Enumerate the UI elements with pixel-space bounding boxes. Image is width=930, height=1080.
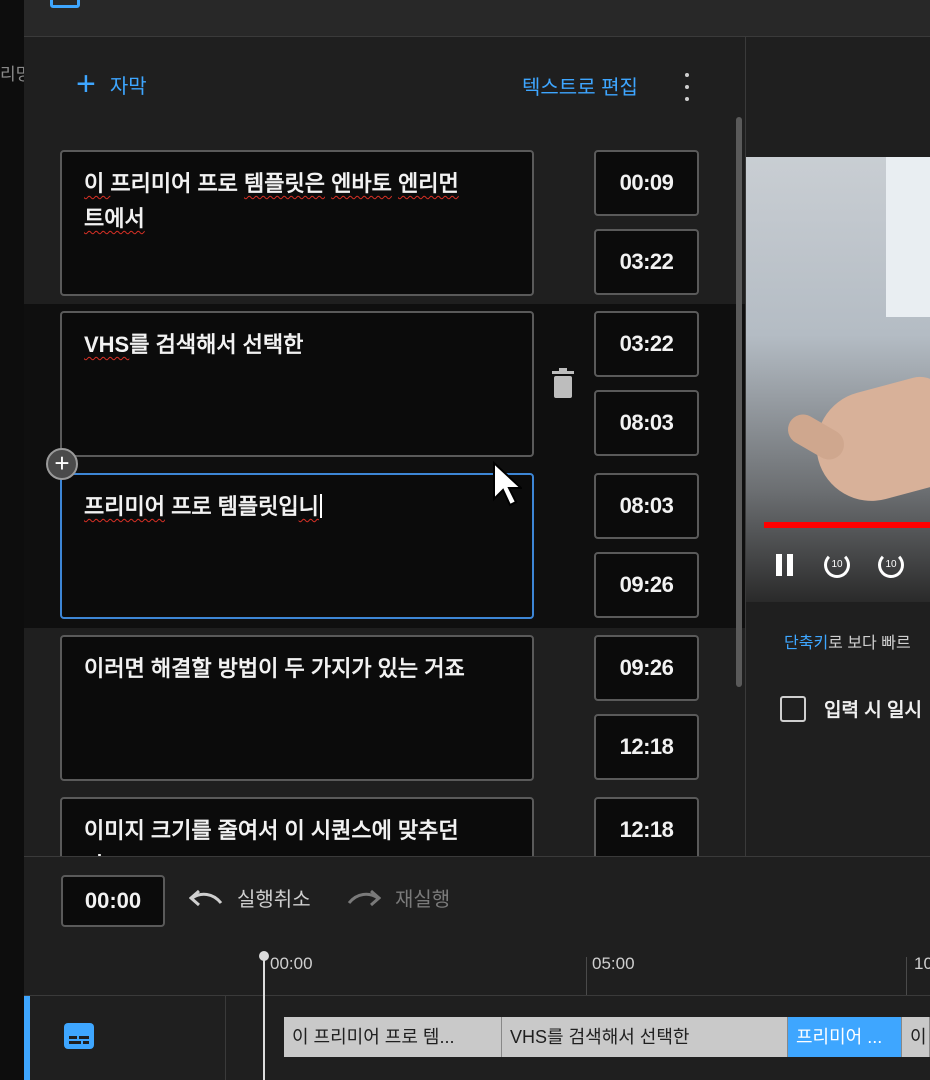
caption-text-span: VHS	[84, 332, 130, 357]
video-frame-window	[886, 157, 930, 317]
subtitle-track-header	[24, 996, 226, 1080]
caption-text-input[interactable]: 이미지 크기를 줄여서 이 시퀀스에 맞추던가	[60, 797, 534, 856]
text-caret	[319, 494, 322, 518]
caption-text-input[interactable]: VHS를 검색해서 선택한	[60, 311, 534, 457]
subtitle-editor-screen: 리밍 + 자막 텍스트로 편집 이 프리미어 프로 템플릿은 엔바토 엔리먼트에…	[0, 0, 930, 1080]
timeline-segment-active[interactable]: 프리미어 ...	[788, 1017, 902, 1057]
caption-start-time[interactable]: 00:09	[594, 150, 699, 216]
add-caption-label: 자막	[109, 75, 147, 98]
video-player[interactable]: 10 10	[746, 157, 930, 602]
caption-text-span: 엔바토	[331, 171, 392, 196]
video-progress-bar[interactable]	[764, 522, 930, 528]
caption-text-input[interactable]: 이 프리미어 프로 템플릿은 엔바토 엔리먼트에서	[60, 150, 534, 296]
caption-text-input[interactable]: 프리미어 프로 템플릿입니	[60, 473, 534, 619]
plus-icon: +	[76, 65, 96, 103]
redo-label: 재실행	[395, 889, 451, 911]
caption-start-time[interactable]: 03:22	[594, 311, 699, 377]
insert-caption-plus-icon[interactable]: +	[46, 448, 78, 480]
rewind-10-icon[interactable]: 10	[824, 552, 850, 578]
redo-button[interactable]: 재실행	[347, 883, 450, 912]
undo-button[interactable]: 실행취소	[189, 883, 311, 912]
edit-as-text-button[interactable]: 텍스트로 편집	[522, 71, 638, 100]
ruler-tick-label: 10	[914, 954, 930, 973]
add-caption-button[interactable]: + 자막	[76, 65, 147, 103]
timeline-segment[interactable]: VHS를 검색해서 선택한	[502, 1017, 788, 1057]
timeline-panel: 00:00 실행취소 재실행 00:00 05:00 10 이 프리미어 프로 …	[24, 856, 930, 1080]
redo-icon	[347, 889, 381, 906]
pause-while-typing-option[interactable]: 입력 시 일시	[780, 695, 922, 722]
left-sidebar-strip: 리밍	[0, 0, 24, 1080]
undo-label: 실행취소	[237, 889, 311, 911]
shortcut-hint: 단축키로 보다 빠르	[784, 629, 911, 653]
shortcut-link[interactable]: 단축키	[784, 635, 828, 652]
undo-icon	[189, 889, 223, 906]
pause-icon[interactable]	[776, 554, 796, 576]
caption-text-span: 를	[129, 332, 150, 357]
pause-while-typing-label: 입력 시 일시	[824, 700, 922, 721]
caption-editor-panel: + 자막 텍스트로 편집 이 프리미어 프로 템플릿은 엔바토 엔리먼트에서 00…	[24, 37, 745, 856]
ruler-tick-label: 05:00	[592, 954, 635, 973]
caption-start-time[interactable]: 09:26	[594, 635, 699, 701]
trash-icon[interactable]	[552, 368, 574, 398]
editor-toolbar: + 자막 텍스트로 편집	[24, 37, 745, 129]
video-preview-panel: 10 10 단축키로 보다 빠르 입력 시 일시	[745, 37, 930, 856]
left-strip-text: 리밍	[0, 65, 24, 84]
caption-start-time[interactable]: 12:18	[594, 797, 699, 856]
mouse-cursor-icon	[493, 461, 522, 507]
ruler-tick-label: 00:00	[270, 954, 313, 973]
subtitles-icon[interactable]	[64, 1023, 94, 1049]
caption-text-span: 검색해서 선택한	[149, 332, 304, 357]
top-header	[24, 0, 930, 37]
caption-end-time[interactable]: 09:26	[594, 552, 699, 618]
caption-end-time[interactable]: 08:03	[594, 390, 699, 456]
track-selected-indicator	[24, 996, 30, 1080]
caption-text-span: 템플릿은	[244, 171, 326, 196]
caption-text-span: 니	[298, 494, 319, 519]
caption-text-span: 이러면 해결할 방법이 두 가지가 있는 거죠	[84, 656, 465, 681]
shortcut-hint-text: 로 보다 빠르	[828, 635, 911, 652]
more-vert-icon[interactable]	[680, 73, 694, 101]
caption-text-span: 프리미어	[110, 171, 192, 196]
ruler-tick	[586, 957, 587, 995]
forward-10-icon[interactable]: 10	[878, 552, 904, 578]
ruler-tick	[906, 957, 907, 995]
caption-text-span: 이	[84, 171, 111, 196]
caption-start-time[interactable]: 08:03	[594, 473, 699, 539]
caption-text-span: 프로	[191, 171, 245, 196]
caption-text-span: 엔리먼	[398, 171, 459, 196]
caption-text-input[interactable]: 이러면 해결할 방법이 두 가지가 있는 거죠	[60, 635, 534, 781]
timeline-segment[interactable]: 이	[902, 1017, 930, 1057]
editor-scrollbar[interactable]	[736, 117, 742, 687]
playhead[interactable]	[259, 951, 269, 1080]
pause-while-typing-checkbox[interactable]	[780, 695, 806, 722]
caption-text-span: 이미지 크기를 줄여서 이 시퀀스에 맞추던	[84, 818, 459, 843]
video-controls: 10 10	[776, 552, 904, 578]
caption-text-span: 프리미어	[84, 494, 165, 519]
caption-text-span: 트에서	[84, 206, 145, 231]
timeline-segment[interactable]: 이 프리미어 프로 템...	[284, 1017, 502, 1057]
subtitle-header-icon	[50, 0, 80, 8]
current-time-input[interactable]: 00:00	[61, 875, 165, 927]
caption-text-span: 프로 템플릿입	[164, 494, 299, 519]
caption-end-time[interactable]: 03:22	[594, 229, 699, 295]
caption-end-time[interactable]: 12:18	[594, 714, 699, 780]
